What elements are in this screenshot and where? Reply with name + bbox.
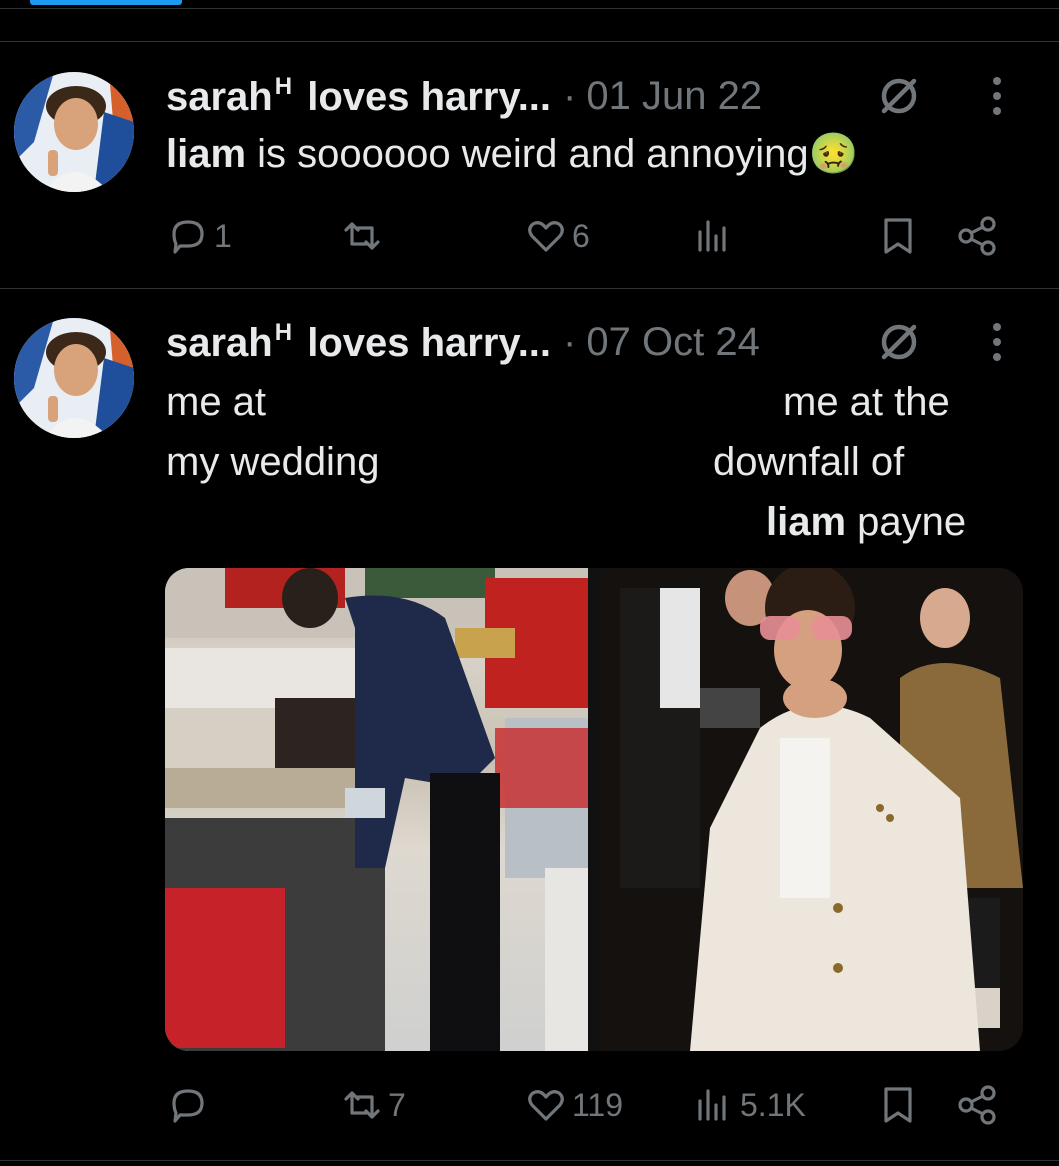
separator-dot: ·: [563, 319, 577, 364]
mute-icon[interactable]: [876, 73, 922, 119]
reply-button[interactable]: [166, 1080, 214, 1130]
like-button[interactable]: 119: [524, 1080, 623, 1130]
tweet-header: sarahH loves harry... · 07 Oct 24: [166, 314, 760, 370]
retweet-icon: [344, 222, 380, 250]
media-grid[interactable]: [165, 568, 1023, 1051]
tweet-date[interactable]: 01 Jun 22: [586, 74, 762, 119]
bookmark-icon: [884, 218, 912, 254]
tweet-1[interactable]: sarahH loves harry... · 01 Jun 22 liam i…: [0, 68, 1059, 288]
body-text: payne: [846, 500, 967, 544]
author-name[interactable]: sarahH loves harry...: [166, 73, 551, 120]
top-bar: [0, 0, 1059, 10]
mention-text: liam: [166, 132, 247, 176]
top-divider: [0, 8, 1059, 9]
avatar[interactable]: [14, 318, 134, 438]
more-icon[interactable]: [987, 320, 1007, 364]
reply-icon: [172, 220, 204, 254]
left-caption-line-2: my wedding: [166, 440, 380, 484]
like-icon: [528, 1090, 564, 1121]
like-count: 6: [572, 217, 590, 254]
bookmark-button[interactable]: [876, 1080, 920, 1130]
left-caption-line-1: me at: [166, 380, 267, 424]
bookmark-button[interactable]: [876, 211, 920, 261]
photo-left[interactable]: [165, 568, 588, 1051]
avatar[interactable]: [14, 72, 134, 192]
more-icon[interactable]: [987, 74, 1007, 118]
avatar-image: [14, 72, 134, 192]
retweet-button[interactable]: [340, 211, 388, 261]
views-icon: [698, 220, 726, 252]
action-bar: 7 119 5.1K: [0, 1080, 1059, 1130]
bookmark-icon: [884, 1087, 912, 1123]
divider: [0, 41, 1059, 42]
right-caption-line-3: liam payne: [766, 492, 966, 552]
reply-button[interactable]: 1: [166, 211, 232, 261]
mention-text: liam: [766, 500, 847, 544]
author-name[interactable]: sarahH loves harry...: [166, 319, 551, 366]
separator-dot: ·: [563, 73, 577, 118]
views-button[interactable]: 5.1K: [692, 1080, 806, 1130]
share-icon: [958, 216, 996, 256]
share-button[interactable]: [956, 1080, 1000, 1130]
reply-icon: [172, 1089, 204, 1123]
share-button[interactable]: [956, 211, 1000, 261]
avatar-image: [14, 318, 134, 438]
retweet-count: 7: [388, 1086, 406, 1123]
nauseated-face-emoji: 🤢: [808, 131, 859, 177]
divider: [0, 288, 1059, 289]
tweet-text: liam is soooooo weird and annoying🤢: [166, 124, 858, 184]
like-count: 119: [572, 1086, 624, 1123]
supermarket-photo: [165, 568, 588, 1051]
like-button[interactable]: 6: [524, 211, 590, 261]
views-button[interactable]: [692, 211, 740, 261]
white-suit-photo: [600, 568, 1023, 1051]
like-icon: [528, 221, 564, 252]
share-icon: [958, 1085, 996, 1125]
active-tab-indicator: [30, 0, 182, 5]
view-count: 5.1K: [740, 1086, 806, 1123]
tweet-header: sarahH loves harry... · 01 Jun 22: [166, 68, 762, 124]
action-bar: 1 6: [0, 211, 1059, 261]
reply-count: 1: [214, 217, 232, 254]
retweet-icon: [344, 1091, 380, 1119]
divider: [0, 1160, 1059, 1161]
right-caption-line-2: downfall of: [713, 440, 905, 484]
mute-icon[interactable]: [876, 319, 922, 365]
views-icon: [698, 1089, 726, 1121]
body-text: is soooooo weird and annoying: [246, 132, 809, 176]
retweet-button[interactable]: 7: [340, 1080, 406, 1130]
photo-right[interactable]: [600, 568, 1023, 1051]
tweet-date[interactable]: 07 Oct 24: [586, 320, 759, 365]
right-caption-line-1: me at the: [783, 380, 950, 424]
